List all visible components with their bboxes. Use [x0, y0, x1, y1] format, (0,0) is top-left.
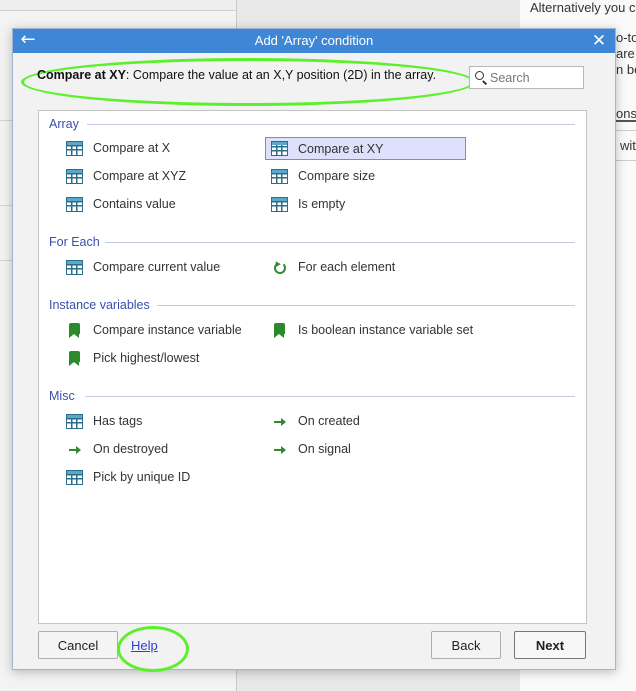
condition-list: Array Compare at X Compare at XY Compare… [38, 110, 587, 624]
back-button[interactable]: Back [431, 631, 501, 659]
array-grid-icon [271, 196, 288, 212]
category-header-misc: Misc [49, 389, 75, 403]
list-item-label: For each element [298, 260, 396, 274]
list-item-label: Compare size [298, 169, 376, 183]
list-item-on-destroyed[interactable]: On destroyed [66, 439, 246, 459]
list-item-label: Is boolean instance variable set [298, 323, 474, 337]
list-item-label: Compare at XYZ [93, 169, 187, 183]
search-icon [475, 71, 488, 85]
help-link[interactable]: Help [131, 638, 158, 653]
condition-description-text: : Compare the value at an X,Y position (… [125, 68, 437, 82]
list-item-on-created[interactable]: On created [271, 411, 451, 431]
background-text: Alternatively you c [530, 0, 636, 15]
array-grid-icon [66, 259, 83, 275]
background-text: o-to [616, 30, 636, 45]
list-item-on-signal[interactable]: On signal [271, 439, 451, 459]
list-item-label: On created [298, 414, 360, 428]
background-text: n be [616, 62, 636, 77]
cancel-button[interactable]: Cancel [38, 631, 118, 659]
array-grid-icon [271, 168, 288, 184]
list-item-has-tags[interactable]: Has tags [66, 411, 246, 431]
category-header-instance-variables: Instance variables [49, 298, 150, 312]
list-item-label: On signal [298, 442, 351, 456]
array-grid-icon [66, 140, 83, 156]
list-item-label: Has tags [93, 414, 143, 428]
list-item-contains-value[interactable]: Contains value [66, 194, 246, 214]
arrow-left-icon[interactable]: ← [19, 31, 37, 50]
list-item-for-each-element[interactable]: For each element [271, 257, 451, 277]
array-grid-icon [66, 469, 83, 485]
close-icon[interactable]: ✕ [591, 31, 607, 51]
list-item-compare-at-xy[interactable]: Compare at XY [265, 137, 466, 160]
category-divider [85, 396, 575, 397]
background-text: are [616, 46, 635, 61]
array-grid-icon [271, 141, 288, 156]
array-grid-icon [66, 168, 83, 184]
list-item-label: Contains value [93, 197, 176, 211]
category-divider [87, 124, 575, 125]
list-item-compare-size[interactable]: Compare size [271, 166, 451, 186]
add-condition-dialog: ← Add 'Array' condition ✕ Compare at XY:… [12, 28, 616, 672]
dialog-title: Add 'Array' condition [254, 33, 374, 48]
loop-icon [271, 260, 288, 275]
list-item-pick-highest-lowest[interactable]: Pick highest/lowest [66, 348, 266, 368]
next-button[interactable]: Next [514, 631, 586, 659]
list-item-label: Compare at XY [298, 141, 384, 156]
list-item-label: On destroyed [93, 442, 169, 456]
annotation-highlight-oval [21, 58, 475, 106]
trigger-arrow-icon [66, 442, 83, 457]
list-item-label: Is empty [298, 197, 346, 211]
category-divider [157, 305, 575, 306]
search-input[interactable] [490, 69, 580, 86]
list-item-is-boolean-instance-variable-set[interactable]: Is boolean instance variable set [271, 320, 501, 340]
dialog-titlebar: ← Add 'Array' condition ✕ [13, 29, 615, 53]
shield-icon [274, 322, 285, 338]
list-item-compare-instance-variable[interactable]: Compare instance variable [66, 320, 266, 340]
list-item-compare-at-x[interactable]: Compare at X [66, 138, 246, 158]
condition-description: Compare at XY: Compare the value at an X… [37, 68, 436, 82]
condition-description-name: Compare at XY [37, 68, 126, 82]
shield-icon [69, 322, 80, 338]
category-header-for-each: For Each [49, 235, 100, 249]
list-item-label: Compare at X [93, 141, 171, 155]
list-item-label: Pick by unique ID [93, 470, 191, 484]
category-divider [105, 242, 575, 243]
shield-icon [69, 350, 80, 366]
background-text: wit [620, 138, 636, 153]
array-grid-icon [66, 196, 83, 212]
array-grid-icon [66, 413, 83, 429]
list-item-compare-at-xyz[interactable]: Compare at XYZ [66, 166, 246, 186]
trigger-arrow-icon [271, 414, 288, 429]
list-item-pick-by-unique-id[interactable]: Pick by unique ID [66, 467, 246, 487]
list-item-label: Pick highest/lowest [93, 351, 200, 365]
background-toolbar [0, 0, 236, 11]
trigger-arrow-icon [271, 442, 288, 457]
list-item-is-empty[interactable]: Is empty [271, 194, 451, 214]
background-tab[interactable]: ons [616, 106, 636, 121]
list-item-label: Compare current value [93, 260, 221, 274]
list-item-label: Compare instance variable [93, 323, 242, 337]
list-item-compare-current-value[interactable]: Compare current value [66, 257, 266, 277]
category-header-array: Array [49, 117, 79, 131]
search-box[interactable] [469, 66, 584, 89]
